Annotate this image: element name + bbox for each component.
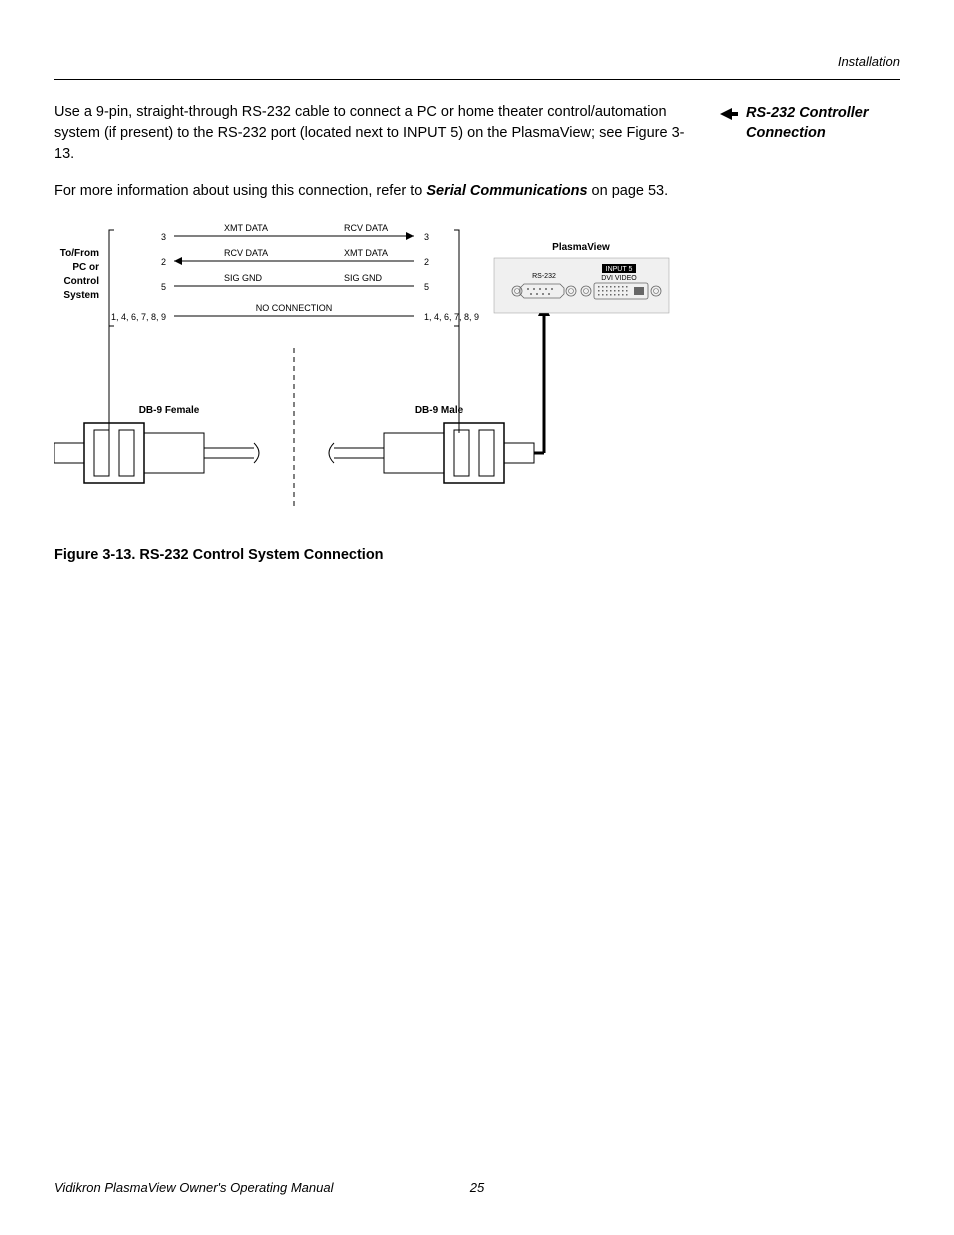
paragraph-2: For more information about using this co…: [54, 181, 690, 202]
p2-pre: For more information about using this co…: [54, 183, 426, 199]
plasmaview-title: PlasmaView: [552, 242, 610, 253]
right-pin-2: 2: [424, 257, 429, 267]
sig-rcv-left: RCV DATA: [224, 248, 268, 258]
db9-male-connector: [329, 423, 534, 483]
footer-left: Vidikron PlasmaView Owner's Operating Ma…: [54, 1180, 333, 1195]
figure-caption: Figure 3-13. RS-232 Control System Conne…: [54, 545, 690, 566]
left-pin-3: 3: [161, 232, 166, 242]
right-pins-rest: 1, 4, 6, 7, 8, 9: [424, 312, 479, 322]
side-column: RS-232 Controller Connection: [720, 102, 900, 566]
right-pin-3: 3: [424, 232, 429, 242]
left-label-3: Control: [63, 276, 99, 287]
left-label-2: PC or: [72, 262, 99, 273]
db9-male-label: DB-9 Male: [415, 405, 464, 416]
left-pin-2: 2: [161, 257, 166, 267]
db9-female-connector: [54, 423, 259, 483]
left-pin-5: 5: [161, 282, 166, 292]
plasmaview-device: PlasmaView RS-232 INPUT 5 DVI VIDE: [494, 242, 669, 313]
sig-xmt-right: XMT DATA: [344, 248, 388, 258]
page-header-section: Installation: [54, 54, 900, 69]
header-rule: [54, 79, 900, 80]
body-column: Use a 9-pin, straight-through RS-232 cab…: [54, 102, 690, 566]
right-pin-5: 5: [424, 282, 429, 292]
sig-gnd-right: SIG GND: [344, 273, 383, 283]
sig-noconn: NO CONNECTION: [256, 303, 333, 313]
p2-link-text: Serial Communications: [426, 183, 587, 199]
input5-label: INPUT 5: [606, 266, 633, 273]
left-label-4: System: [63, 290, 99, 301]
sig-gnd-left: SIG GND: [224, 273, 263, 283]
footer-page-number: 25: [470, 1180, 484, 1195]
rs232-port-label: RS-232: [532, 273, 556, 280]
p2-post: on page 53.: [588, 183, 669, 199]
arrow-left-icon: [720, 108, 738, 120]
page-footer: Vidikron PlasmaView Owner's Operating Ma…: [54, 1180, 900, 1195]
sig-rcv-right: RCV DATA: [344, 223, 388, 233]
paragraph-1: Use a 9-pin, straight-through RS-232 cab…: [54, 102, 690, 165]
sig-xmt-left: XMT DATA: [224, 223, 268, 233]
left-pins-rest: 1, 4, 6, 7, 8, 9: [111, 312, 166, 322]
db9-female-label: DB-9 Female: [139, 405, 200, 416]
side-title-line2: Connection: [746, 124, 868, 144]
side-heading: RS-232 Controller Connection: [720, 104, 900, 143]
left-label-1: To/From: [60, 248, 99, 259]
figure-diagram: 3 2 5 1, 4, 6, 7, 8, 9 3 2 5 1, 4, 6, 7,…: [54, 218, 690, 525]
dvi-video-label: DVI VIDEO: [601, 275, 637, 282]
side-title-line1: RS-232 Controller: [746, 104, 868, 124]
